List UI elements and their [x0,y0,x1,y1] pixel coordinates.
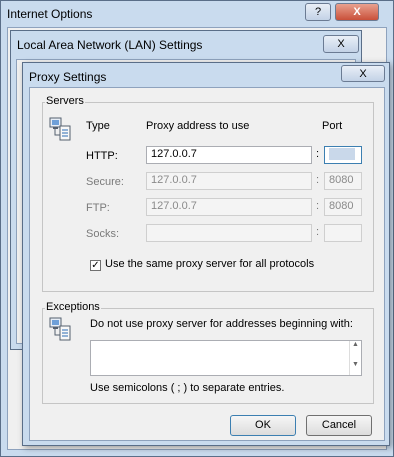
ftp-port-input[interactable]: 8080 [324,198,362,216]
ftp-address-input[interactable]: 127.0.0.7 [146,198,312,216]
proxy-settings-title: Proxy Settings [29,70,107,84]
scroll-up-arrow-icon[interactable]: ▲ [350,341,361,348]
ok-button[interactable]: OK [230,415,296,436]
exceptions-hint: Use semicolons ( ; ) to separate entries… [90,382,285,394]
secure-port-separator: : [316,174,320,186]
help-button[interactable]: ? [305,3,331,21]
proxy-settings-panel: Servers Type Proxy address to use Port H… [29,87,385,441]
exceptions-computer-icon [49,317,71,341]
address-column-header: Proxy address to use [146,120,250,132]
socks-address-input[interactable] [146,224,312,242]
network-computer-icon [49,117,71,141]
same-proxy-label[interactable]: Use the same proxy server for all protoc… [105,258,314,270]
socks-label: Socks: [86,228,120,240]
lan-settings-title: Local Area Network (LAN) Settings [17,38,203,52]
proxy-settings-close-button[interactable]: X [341,65,385,82]
internet-options-title: Internet Options [7,7,93,21]
scroll-down-arrow-icon[interactable]: ▼ [350,361,361,368]
http-address-input[interactable]: 127.0.0.7 [146,146,312,164]
lan-settings-close-button[interactable]: X [323,35,359,53]
exceptions-description: Do not use proxy server for addresses be… [90,318,353,330]
http-port-separator: : [316,148,320,160]
ftp-port-separator: : [316,200,320,212]
secure-address-input[interactable]: 127.0.0.7 [146,172,312,190]
secure-port-input[interactable]: 8080 [324,172,362,190]
http-port-input[interactable] [324,146,362,164]
exceptions-group-label: Exceptions [45,301,101,313]
cancel-button[interactable]: Cancel [306,415,372,436]
same-proxy-checkbox[interactable]: ✓ [90,260,101,271]
exceptions-scrollbar[interactable]: ▲ ▼ [349,341,361,375]
socks-port-input[interactable] [324,224,362,242]
secure-label: Secure: [86,176,124,188]
type-column-header: Type [86,120,110,132]
exceptions-textarea[interactable] [90,340,362,376]
proxy-settings-window: Proxy Settings X Servers Type Proxy addr… [22,62,390,446]
http-label: HTTP: [86,150,118,162]
internet-options-close-button[interactable]: X [335,3,379,21]
ftp-label: FTP: [86,202,110,214]
socks-port-separator: : [316,226,320,238]
servers-group-label: Servers [45,95,85,107]
port-column-header: Port [322,120,343,132]
http-port-selection [329,148,355,161]
